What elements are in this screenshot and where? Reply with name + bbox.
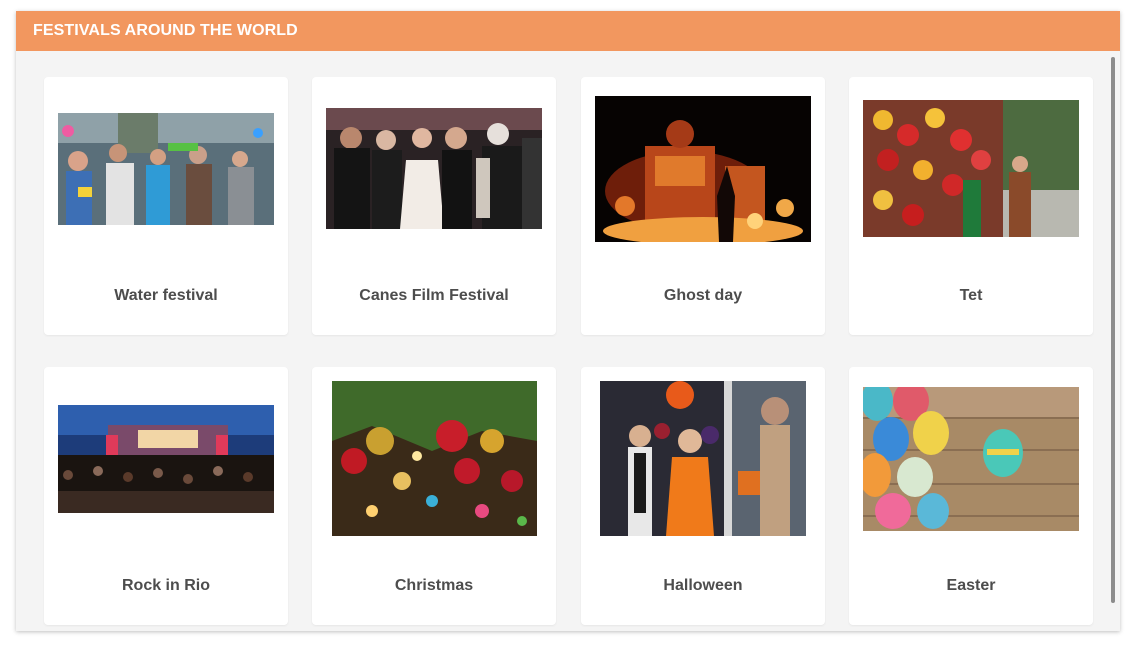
festival-label: Ghost day [663, 287, 743, 304]
festival-label: Water festival [114, 287, 218, 304]
easter-photo [863, 387, 1079, 531]
film-festival-photo [326, 108, 542, 229]
ghost-day-photo [595, 96, 811, 242]
tet-photo [863, 100, 1079, 237]
festival-card-water-festival[interactable]: Water festival [44, 77, 288, 335]
festival-card-ghost-day[interactable]: Ghost day [581, 77, 825, 335]
festival-label: Christmas [394, 577, 474, 594]
festival-label: Easter [946, 577, 996, 594]
festival-label: Tet [959, 287, 983, 304]
vertical-scrollbar[interactable] [1110, 57, 1116, 603]
scrollbar-thumb[interactable] [1111, 57, 1115, 603]
festival-card-halloween[interactable]: Halloween [581, 367, 825, 625]
rock-in-rio-photo [58, 405, 274, 513]
festival-card-tet[interactable]: Tet [849, 77, 1093, 335]
christmas-photo [332, 381, 537, 536]
halloween-photo [600, 381, 806, 536]
page-title: FESTIVALS AROUND THE WORLD [16, 11, 1120, 51]
festival-card-easter[interactable]: Easter [849, 367, 1093, 625]
festival-card-christmas[interactable]: Christmas [312, 367, 556, 625]
festivals-window: FESTIVALS AROUND THE WORLD Water festiva… [16, 11, 1120, 631]
festival-label: Rock in Rio [121, 577, 210, 594]
festival-label: Halloween [663, 577, 743, 594]
festival-card-rock-in-rio[interactable]: Rock in Rio [44, 367, 288, 625]
festival-label: Canes Film Festival [359, 287, 509, 304]
water-festival-photo [58, 113, 274, 225]
festival-card-canes-film-festival[interactable]: Canes Film Festival [312, 77, 556, 335]
